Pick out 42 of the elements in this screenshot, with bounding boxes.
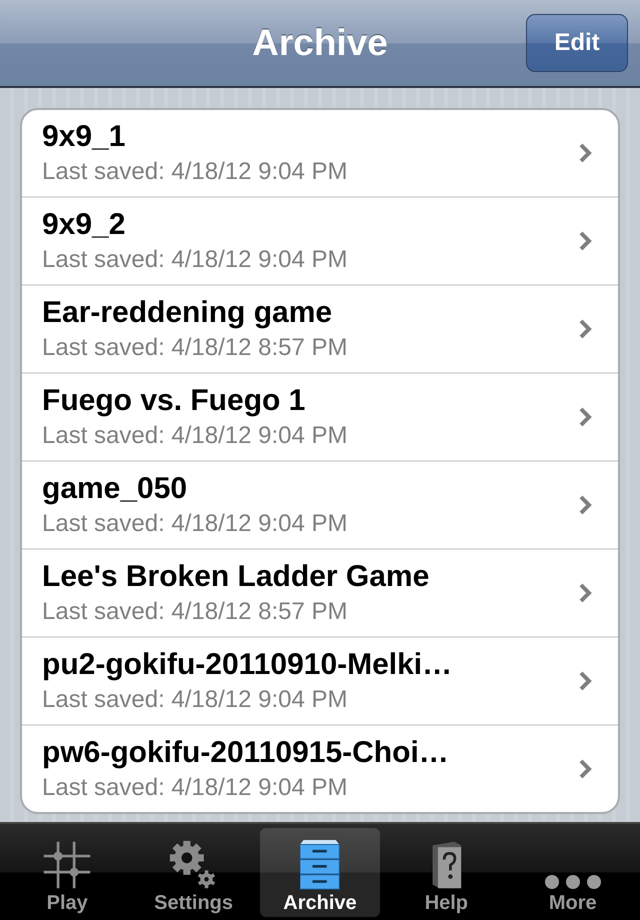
last-saved-text: Last saved: 4/18/12 9:04 PM [42, 158, 349, 186]
edit-button[interactable]: Edit [526, 14, 628, 72]
game-name: Fuego vs. Fuego 1 [42, 384, 306, 418]
tab[interactable]: Archive [260, 828, 380, 917]
chevron-icon [578, 318, 592, 340]
chevron-icon [578, 494, 592, 516]
last-saved-text: Last saved: 4/18/12 9:04 PM [42, 510, 349, 538]
tab[interactable]: More [512, 828, 633, 917]
nav-title: Archive [252, 22, 388, 64]
game-row[interactable]: Lee's Broken Ladder Game Last saved: 4/18/12 8:57 PM [22, 548, 618, 636]
chevron-icon [578, 230, 592, 252]
game-name: pw6-gokifu-20110915-Choi… [42, 736, 450, 770]
game-row[interactable]: 9x9_2 Last saved: 4/18/12 9:04 PM [22, 196, 618, 284]
game-row[interactable]: 9x9_1 Last saved: 4/18/12 9:04 PM [22, 110, 618, 196]
last-saved-text: Last saved: 4/18/12 9:04 PM [42, 422, 349, 450]
last-saved-text: Last saved: 4/18/12 9:04 PM [42, 246, 349, 274]
game-row[interactable]: Ear-reddening game Last saved: 4/18/12 8:57 PM [22, 284, 618, 372]
grid-icon [42, 840, 92, 890]
last-saved-text: Last saved: 4/18/12 9:04 PM [42, 774, 349, 802]
game-name: 9x9_1 [42, 120, 126, 154]
last-saved-text: Last saved: 4/18/12 9:04 PM [42, 686, 349, 714]
file-cabinet-icon [300, 840, 340, 890]
tab[interactable]: Settings [134, 828, 254, 917]
tab[interactable]: Play [7, 828, 128, 917]
game-name: game_050 [42, 472, 188, 506]
chevron-icon [578, 142, 592, 164]
chevron-icon [578, 406, 592, 428]
chevron-icon [578, 670, 592, 692]
game-name: 9x9_2 [42, 208, 126, 242]
game-name: Ear-reddening game [42, 296, 334, 330]
game-row[interactable]: game_050 Last saved: 4/18/12 9:04 PM [22, 460, 618, 548]
last-saved-text: Last saved: 4/18/12 8:57 PM [42, 598, 349, 626]
game-row[interactable]: pu2-gokifu-20110910-Melki… Last saved: 4/18/12 9:04 PM [22, 636, 618, 724]
game-row[interactable]: Fuego vs. Fuego 1 Last saved: 4/18/12 9:04 PM [22, 372, 618, 460]
last-saved-text: Last saved: 4/18/12 8:57 PM [42, 334, 349, 362]
game-name: Lee's Broken Ladder Game [42, 560, 430, 594]
chevron-icon [578, 582, 592, 604]
tab[interactable]: Help [386, 828, 506, 917]
chevron-icon [578, 758, 592, 780]
more-icon [544, 874, 602, 890]
game-name: pu2-gokifu-20110910-Melki… [42, 648, 454, 682]
game-row[interactable]: pw6-gokifu-20110915-Choi… Last saved: 4/18/12 9:04 PM [22, 724, 618, 812]
